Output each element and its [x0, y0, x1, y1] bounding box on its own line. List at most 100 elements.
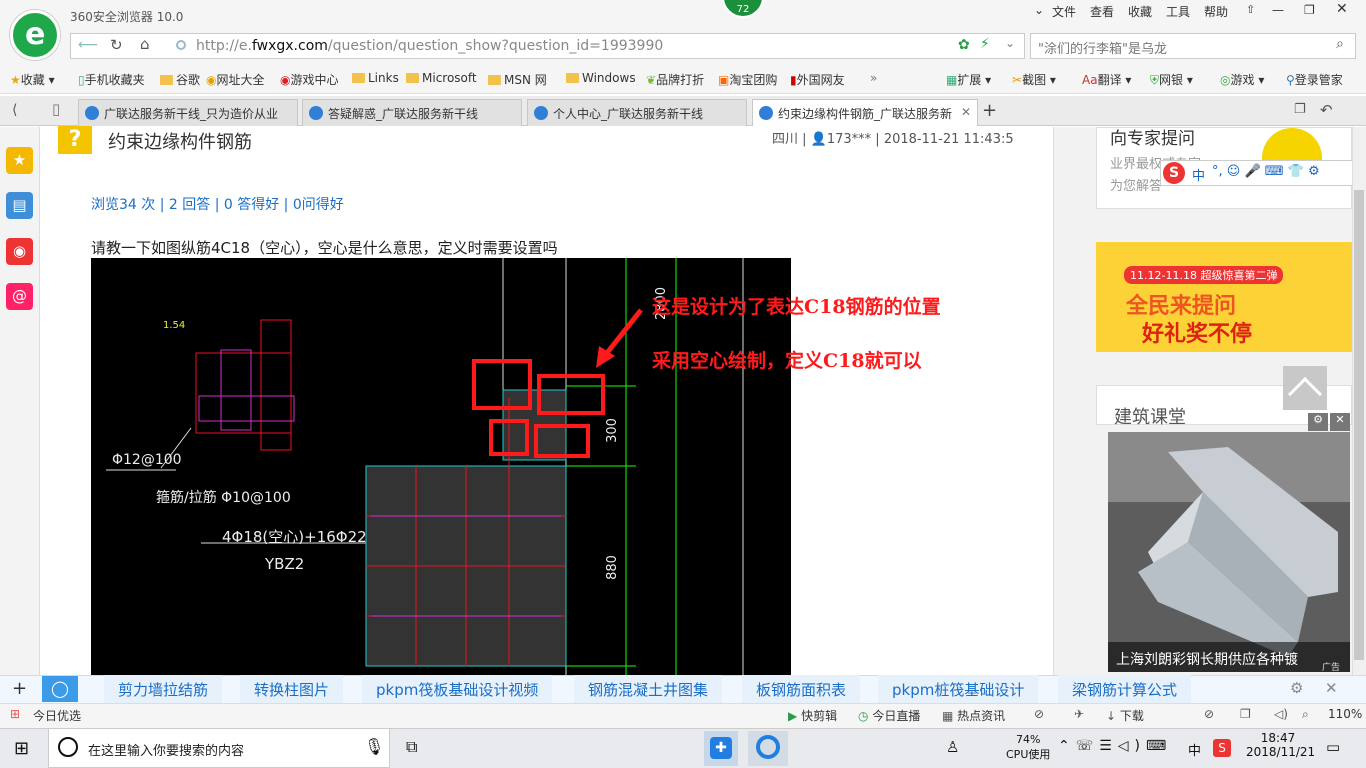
- status-tool-icon[interactable]: ✈: [1074, 707, 1084, 721]
- ad-close-icon[interactable]: ✕: [1330, 413, 1350, 431]
- toolbar-login-manager[interactable]: ⚲登录管家: [1286, 71, 1343, 88]
- back-icon[interactable]: ⟵: [78, 37, 98, 53]
- keyword-settings-icon[interactable]: ⚙: [1290, 679, 1303, 697]
- toolbar-extensions[interactable]: ▦扩展 ▾: [946, 71, 991, 88]
- fav-links[interactable]: Links: [352, 71, 399, 85]
- ask-expert-title[interactable]: 向专家提问: [1110, 124, 1195, 149]
- email-icon[interactable]: @: [6, 283, 33, 310]
- status-live[interactable]: ◷ 今日直播: [858, 707, 920, 724]
- ad-settings-icon[interactable]: ⚙: [1308, 413, 1328, 431]
- status-quick-edit[interactable]: ▶ 快剪辑: [788, 707, 837, 724]
- windows-start-icon[interactable]: ⊞: [14, 738, 29, 759]
- mobile-tab-icon[interactable]: ▯: [52, 100, 60, 118]
- question-stats[interactable]: 浏览34 次 | 2 回答 | 0 答得好 | 0问得好: [91, 194, 344, 214]
- menu-tools[interactable]: 工具: [1166, 3, 1190, 20]
- daily-picks-icon[interactable]: ⊞: [10, 707, 20, 721]
- ime-tools-icon[interactable]: °, ☺ 🎤 ⌨ 👕 ⚙: [1212, 164, 1320, 179]
- taskbar-ime-mode[interactable]: 中: [1188, 740, 1201, 759]
- search-icon[interactable]: ⌕: [1336, 36, 1344, 52]
- task-view-icon[interactable]: ⧉: [406, 737, 417, 757]
- fav-favorites[interactable]: ★收藏 ▾: [10, 71, 55, 88]
- keyword-link[interactable]: pkpm桩筏基础设计: [878, 675, 1039, 703]
- microphone-icon[interactable]: 🎙: [364, 737, 384, 756]
- search-input[interactable]: "涂们的行李箱"是乌龙: [1038, 38, 1167, 57]
- zoom-level[interactable]: 110%: [1328, 707, 1362, 721]
- fav-windows[interactable]: Windows: [566, 71, 636, 85]
- menu-help[interactable]: 帮助: [1204, 3, 1228, 20]
- restore-button[interactable]: ❐: [1304, 3, 1315, 17]
- menu-favorites[interactable]: 收藏: [1128, 3, 1152, 20]
- sogou-ime-icon[interactable]: S: [1163, 162, 1185, 184]
- new-tab-button[interactable]: +: [982, 100, 997, 121]
- toolbar-translate[interactable]: Aa翻译 ▾: [1082, 71, 1131, 88]
- tab-list-icon[interactable]: ❐: [1294, 102, 1306, 117]
- add-icon[interactable]: +: [12, 678, 27, 699]
- taskbar-browser-app[interactable]: [748, 731, 788, 766]
- ad-image[interactable]: [1108, 432, 1350, 672]
- status-zoom-icon[interactable]: ⌕: [1302, 707, 1309, 722]
- minimize-button[interactable]: —: [1272, 3, 1284, 17]
- fav-google[interactable]: 谷歌: [160, 71, 200, 88]
- tab-scroll-left-icon[interactable]: ⟨: [12, 102, 17, 118]
- sogou-tray-icon[interactable]: S: [1213, 739, 1231, 757]
- weibo-icon[interactable]: ◉: [6, 238, 33, 265]
- cortana-icon[interactable]: [58, 737, 78, 757]
- fav-taobao[interactable]: ▣淘宝团购: [718, 71, 777, 88]
- keyword-link[interactable]: 剪力墙拉结筋: [104, 675, 223, 703]
- taskbar-app-active[interactable]: ✚: [704, 731, 738, 766]
- keyword-link[interactable]: 梁钢筋计算公式: [1058, 675, 1192, 703]
- fav-microsoft[interactable]: Microsoft: [406, 71, 477, 85]
- reading-list-icon[interactable]: ▤: [6, 192, 33, 219]
- keyword-close-icon[interactable]: ✕: [1325, 679, 1338, 697]
- toolbar-games[interactable]: ◎游戏 ▾: [1220, 71, 1264, 88]
- speed-icon[interactable]: ✿: [958, 37, 970, 53]
- toolbar-screenshot[interactable]: ✂截图 ▾: [1012, 71, 1056, 88]
- keyword-link[interactable]: 板钢筋面积表: [742, 675, 861, 703]
- menu-file[interactable]: 文件: [1052, 3, 1076, 20]
- status-news[interactable]: ▦ 热点资讯: [942, 707, 1005, 724]
- fav-games[interactable]: ◉游戏中心: [280, 71, 339, 88]
- toolbar-bank[interactable]: ⛨网银 ▾: [1150, 71, 1193, 88]
- site-security-icon[interactable]: [176, 40, 186, 50]
- course-title[interactable]: 建筑课堂: [1114, 403, 1186, 429]
- ad-caption[interactable]: 上海刘朗彩钢长期供应各种镀: [1108, 642, 1350, 672]
- status-sound-icon[interactable]: ◁): [1274, 707, 1288, 721]
- close-window-button[interactable]: ✕: [1336, 1, 1348, 17]
- menu-view[interactable]: 查看: [1090, 3, 1114, 20]
- tray-icons[interactable]: ⌃☏☰◁)⌨: [1058, 738, 1172, 754]
- ime-mode[interactable]: 中: [1192, 165, 1205, 184]
- pin-icon[interactable]: ⇧: [1246, 3, 1255, 16]
- tab-current-question[interactable]: 约束边缘构件钢筋_广联达服务新 ✕: [752, 99, 978, 126]
- keyword-link[interactable]: pkpm筏板基础设计视频: [362, 675, 553, 703]
- fav-msn[interactable]: MSN 网: [488, 71, 547, 88]
- tab-personal-center[interactable]: 个人中心_广联达服务新干线: [527, 99, 747, 126]
- daily-picks-label[interactable]: 今日优选: [33, 707, 81, 724]
- people-icon[interactable]: ♙: [946, 738, 959, 756]
- dropdown-chevron-icon[interactable]: ⌄: [1005, 36, 1015, 50]
- lightning-icon[interactable]: ⚡: [980, 36, 990, 52]
- fav-mobile[interactable]: ▯手机收藏夹: [78, 71, 145, 88]
- notification-center-icon[interactable]: ▭: [1326, 738, 1340, 756]
- tab-guanglianda-home[interactable]: 广联达服务新干线_只为造价从业: [78, 99, 298, 126]
- status-misc-icon[interactable]: ⊘: [1034, 707, 1044, 721]
- back-to-top-button[interactable]: [1283, 366, 1327, 411]
- search-badge-icon[interactable]: ◯: [42, 676, 78, 702]
- status-clean-icon[interactable]: ⊘: [1204, 707, 1214, 721]
- undo-close-icon[interactable]: ↶: [1320, 101, 1333, 119]
- url-text[interactable]: http://e.fwxgx.com/question/question_sho…: [196, 38, 663, 54]
- cad-drawing-image[interactable]: [91, 258, 791, 675]
- fav-foreign[interactable]: ▮外国网友: [790, 71, 845, 88]
- fav-brand-sale[interactable]: ❦品牌打折: [646, 71, 704, 88]
- status-download[interactable]: ↓ 下载: [1106, 707, 1144, 724]
- keyword-link[interactable]: 钢筋混凝土井图集: [574, 675, 723, 703]
- home-icon[interactable]: ⌂: [140, 35, 150, 53]
- status-window-icon[interactable]: ❐: [1240, 707, 1251, 721]
- tab-qa[interactable]: 答疑解惑_广联达服务新干线: [302, 99, 522, 126]
- more-favorites-icon[interactable]: »: [870, 71, 877, 85]
- scrollbar-thumb[interactable]: [1354, 190, 1364, 660]
- taskbar-search-input[interactable]: 在这里输入你要搜索的内容: [88, 740, 244, 759]
- favorites-star-icon[interactable]: ★: [6, 147, 33, 174]
- refresh-icon[interactable]: ↻: [110, 36, 123, 54]
- keyword-link[interactable]: 转换柱图片: [240, 675, 344, 703]
- system-clock[interactable]: 18:47 2018/11/21: [1246, 731, 1315, 759]
